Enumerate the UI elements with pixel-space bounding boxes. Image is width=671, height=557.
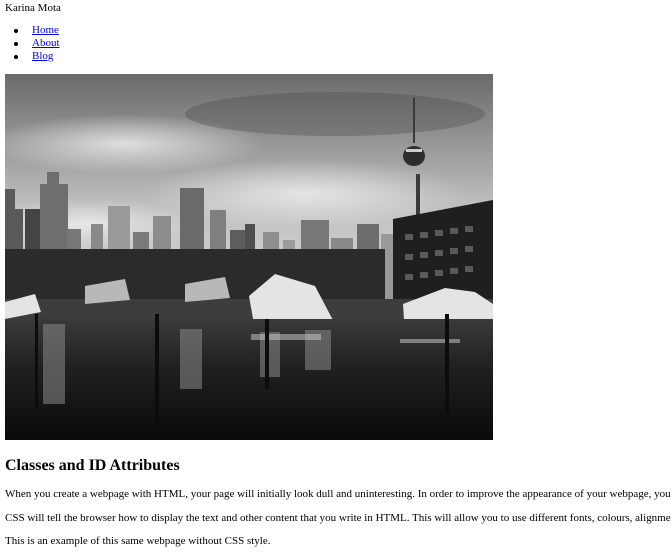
bullet-icon (14, 29, 18, 33)
paragraph-css: CSS will tell the browser how to display… (5, 512, 671, 524)
paragraph-intro: When you create a webpage with HTML, you… (5, 488, 671, 500)
page-heading: Classes and ID Attributes (5, 457, 180, 474)
nav-item-about: About (5, 37, 60, 50)
bullet-icon (14, 55, 18, 59)
nav-item-blog: Blog (5, 50, 60, 63)
paragraph-example: This is an example of this same webpage … (5, 535, 271, 547)
nav-link-blog[interactable]: Blog (32, 50, 53, 62)
nav-link-home[interactable]: Home (32, 24, 59, 36)
hero-image (5, 74, 493, 440)
nav-link-about[interactable]: About (32, 37, 60, 49)
nav-list: Home About Blog (5, 24, 60, 63)
bullet-icon (14, 42, 18, 46)
nav-item-home: Home (5, 24, 60, 37)
site-name: Karina Mota (5, 2, 61, 14)
